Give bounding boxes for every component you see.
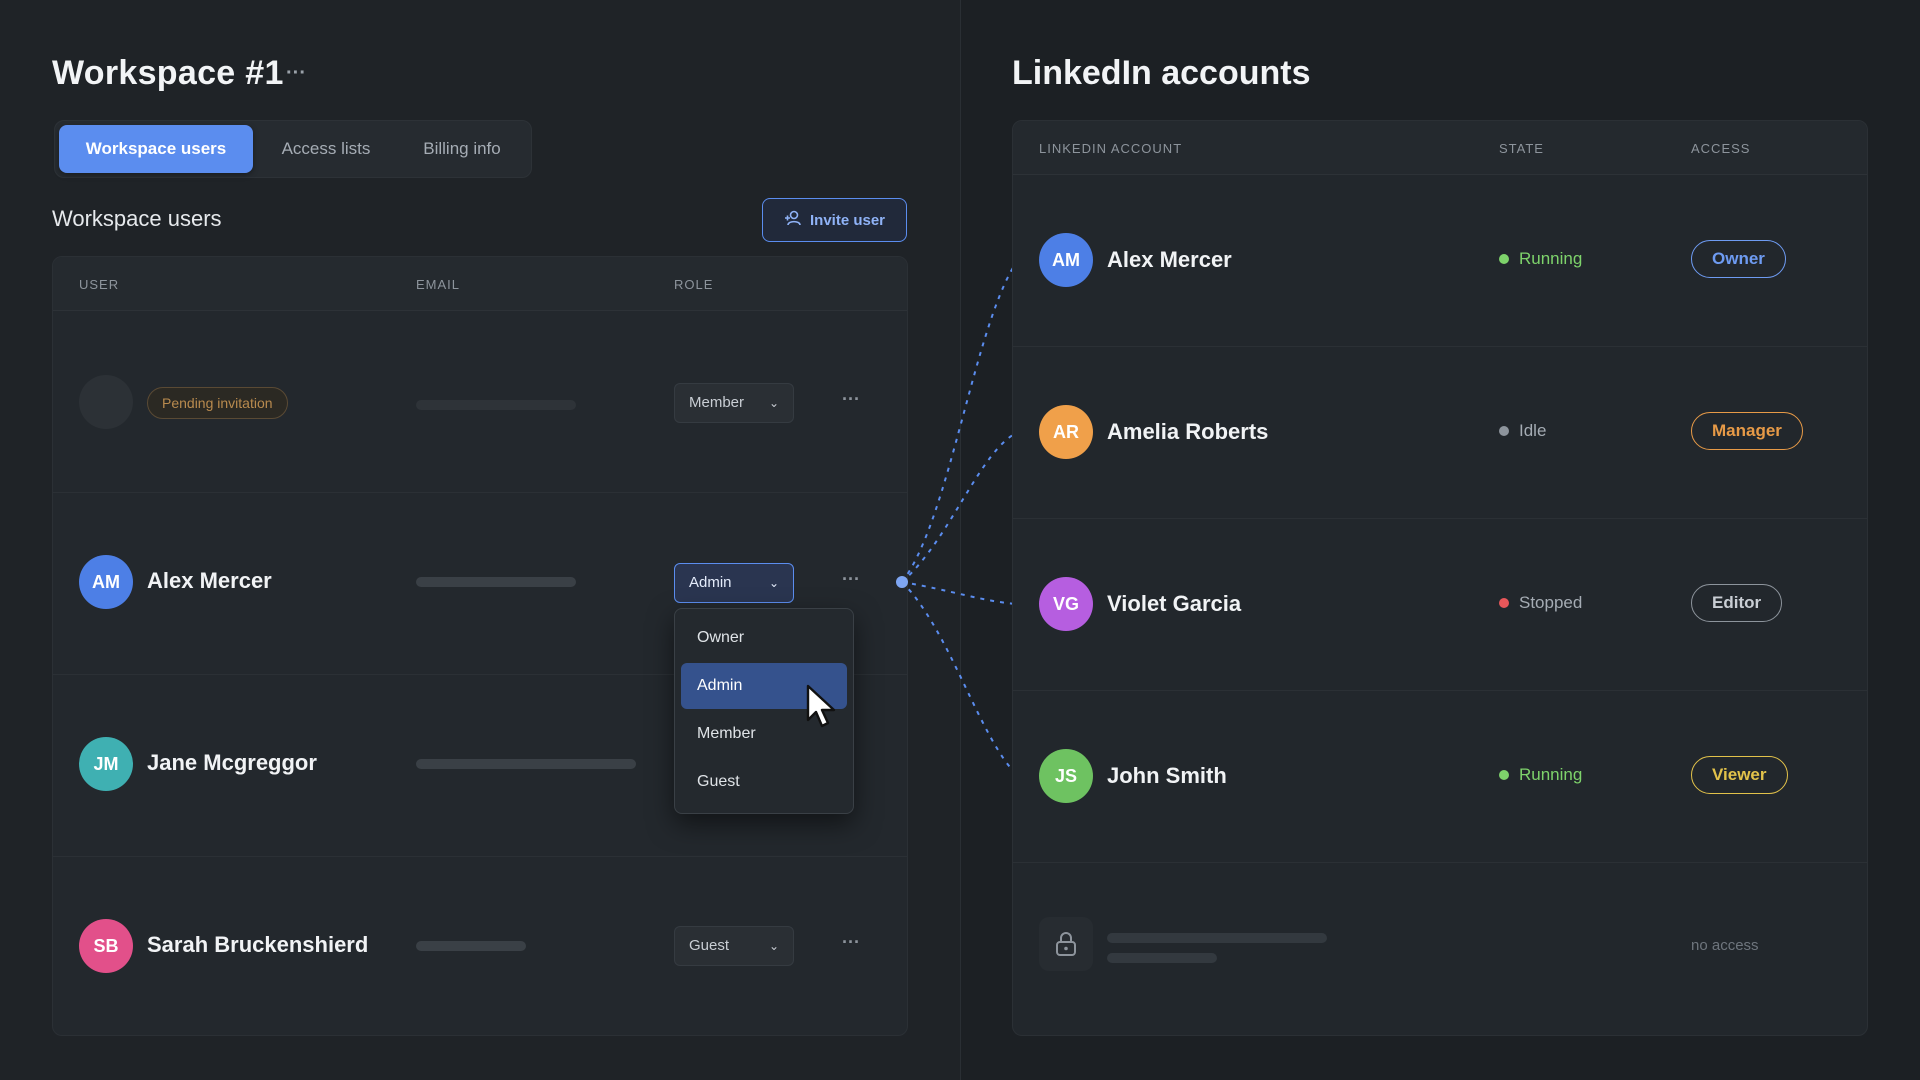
linkedin-accounts-table: LINKEDIN ACCOUNT STATE ACCESS AM Alex Me… (1012, 120, 1868, 1036)
column-header-access: ACCESS (1691, 141, 1751, 156)
access-badge[interactable]: Viewer (1691, 756, 1788, 794)
state-indicator: Idle (1499, 421, 1546, 441)
avatar: AM (1039, 233, 1093, 287)
access-badge[interactable]: Editor (1691, 584, 1783, 622)
no-access-label: no access (1691, 937, 1759, 954)
status-dot-icon (1499, 769, 1509, 780)
account-name: Alex Mercer (1107, 247, 1232, 272)
column-header-linkedin-account: LINKEDIN ACCOUNT (1039, 141, 1183, 156)
account-row[interactable]: AM Alex Mercer Running Owner (1013, 175, 1867, 347)
avatar: AR (1039, 405, 1093, 459)
lock-icon (1039, 917, 1093, 971)
linkedin-accounts-title: LinkedIn accounts (1012, 54, 1311, 92)
avatar: JS (1039, 749, 1093, 803)
avatar: VG (1039, 577, 1093, 631)
state-label: Stopped (1519, 593, 1583, 612)
state-label: Idle (1519, 421, 1547, 440)
account-name: Violet Garcia (1107, 591, 1242, 616)
state-indicator: Running (1499, 249, 1582, 269)
state-label: Running (1519, 765, 1583, 784)
state-indicator: Running (1499, 765, 1582, 785)
account-row[interactable]: AR Amelia Roberts Idle Manager (1013, 347, 1867, 519)
column-header-state: STATE (1499, 141, 1544, 156)
connector-line (901, 259, 1019, 583)
linkedin-table-header: LINKEDIN ACCOUNT STATE ACCESS (1013, 121, 1867, 175)
account-row[interactable]: JS John Smith Running Viewer (1013, 691, 1867, 863)
connector-line (901, 431, 1019, 583)
locked-account-row: no access (1013, 863, 1867, 1035)
subtitle-placeholder (1107, 953, 1217, 963)
account-name: Amelia Roberts (1107, 419, 1269, 444)
status-dot-icon (1499, 597, 1509, 608)
status-dot-icon (1499, 425, 1509, 436)
state-label: Running (1519, 249, 1583, 268)
connector-line (901, 581, 1019, 605)
name-placeholder (1107, 933, 1327, 943)
account-name: John Smith (1107, 763, 1227, 788)
access-badge[interactable]: Owner (1691, 240, 1786, 278)
status-dot-icon (1499, 253, 1509, 264)
account-row[interactable]: VG Violet Garcia Stopped Editor (1013, 519, 1867, 691)
access-badge[interactable]: Manager (1691, 412, 1803, 450)
connector-line (901, 581, 1019, 777)
state-indicator: Stopped (1499, 593, 1582, 613)
connector-origin-dot (896, 576, 908, 588)
